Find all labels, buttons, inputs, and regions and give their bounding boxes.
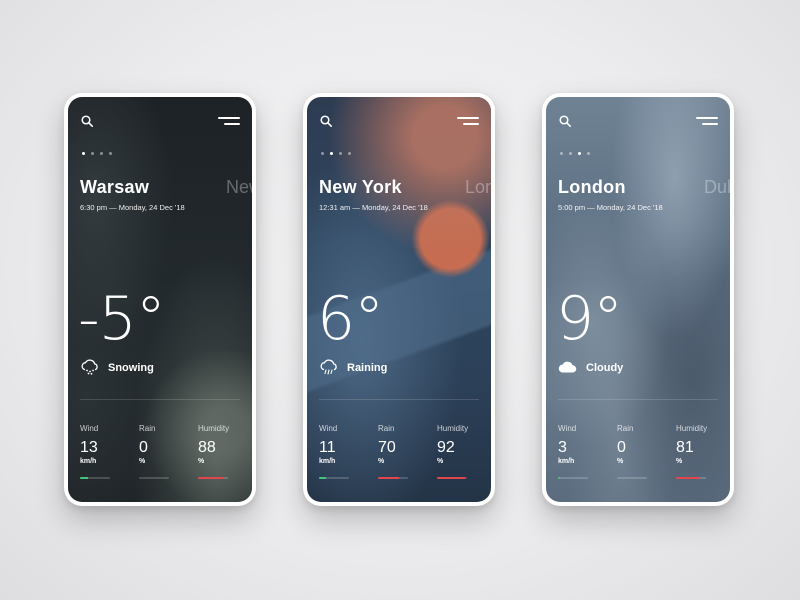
stat-unit: km/h: [80, 458, 97, 465]
stat-value: 11: [319, 439, 336, 456]
weather-card-new-york: New York Lon 12:31 am — Monday, 24 Dec '…: [303, 93, 495, 506]
stat-label: Humidity: [198, 424, 230, 433]
stat-humidity: Humidity 92 %: [437, 424, 487, 465]
stat-value: 70: [378, 439, 396, 456]
condition-label: Cloudy: [586, 362, 624, 374]
rain-level-bar: [139, 477, 169, 479]
stat-unit: %: [139, 458, 146, 465]
stat-label: Wind: [80, 424, 99, 433]
divider: [80, 399, 240, 400]
rain-cloud-icon: [320, 359, 337, 375]
phone-screen[interactable]: London Dul 5:00 pm — Monday, 24 Dec '18 …: [546, 97, 730, 502]
local-datetime: 12:31 am — Monday, 24 Dec '18: [319, 203, 428, 212]
stat-unit: %: [378, 458, 385, 465]
city-name: Warsaw: [80, 177, 150, 197]
stat-value: 81: [676, 439, 694, 456]
city-name: London: [558, 177, 626, 197]
stat-humidity: Humidity 88 %: [198, 424, 248, 465]
search-icon[interactable]: [559, 115, 571, 127]
stat-value: 0: [617, 439, 626, 456]
search-icon[interactable]: [320, 115, 332, 127]
wind-level-bar: [558, 477, 588, 479]
stat-unit: %: [437, 458, 444, 465]
next-city-peek[interactable]: Dul: [704, 177, 730, 198]
stat-value: 13: [80, 439, 98, 456]
stat-humidity: Humidity 81 %: [676, 424, 726, 465]
stat-rain: Rain 0 %: [139, 424, 189, 465]
menu-icon[interactable]: [696, 117, 718, 127]
humidity-level-bar: [676, 477, 706, 479]
stat-label: Humidity: [437, 424, 469, 433]
humidity-level-bar: [437, 477, 467, 479]
humidity-level-bar: [198, 477, 228, 479]
stat-value: 92: [437, 439, 455, 456]
wind-level-bar: [319, 477, 349, 479]
condition-label: Raining: [347, 362, 388, 374]
stat-label: Wind: [558, 424, 577, 433]
stat-wind: Wind 13 km/h: [80, 424, 130, 465]
stat-value: 0: [139, 439, 148, 456]
stat-unit: km/h: [319, 458, 336, 465]
stat-label: Rain: [139, 424, 156, 433]
local-datetime: 5:00 pm — Monday, 24 Dec '18: [558, 203, 663, 212]
temperature: 9°: [556, 284, 623, 354]
cloud-icon: [558, 361, 577, 373]
menu-icon[interactable]: [457, 117, 479, 127]
menu-icon[interactable]: [218, 117, 240, 127]
next-city-peek[interactable]: New: [226, 177, 252, 198]
stat-unit: km/h: [558, 458, 575, 465]
stat-wind: Wind 3 km/h: [558, 424, 608, 465]
weather-card-london: London Dul 5:00 pm — Monday, 24 Dec '18 …: [542, 93, 734, 506]
temperature: 6°: [317, 284, 384, 354]
condition-label: Snowing: [108, 362, 154, 374]
stat-value: 88: [198, 439, 216, 456]
stat-value: 3: [558, 439, 567, 456]
phone-screen[interactable]: New York Lon 12:31 am — Monday, 24 Dec '…: [307, 97, 491, 502]
stat-label: Rain: [617, 424, 634, 433]
weather-card-warsaw: Warsaw New 6:30 pm — Monday, 24 Dec '18 …: [64, 93, 256, 506]
snow-cloud-icon: [81, 359, 98, 375]
divider: [558, 399, 718, 400]
temperature: -5°: [78, 284, 166, 354]
stat-unit: %: [198, 458, 205, 465]
stat-label: Wind: [319, 424, 338, 433]
next-city-peek[interactable]: Lon: [465, 177, 491, 198]
stat-rain: Rain 0 %: [617, 424, 667, 465]
stat-label: Humidity: [676, 424, 708, 433]
city-name: New York: [319, 177, 402, 197]
stat-rain: Rain 70 %: [378, 424, 428, 465]
stat-label: Rain: [378, 424, 395, 433]
rain-level-bar: [617, 477, 647, 479]
phone-screen[interactable]: Warsaw New 6:30 pm — Monday, 24 Dec '18 …: [68, 97, 252, 502]
stat-wind: Wind 11 km/h: [319, 424, 369, 465]
search-icon[interactable]: [81, 115, 93, 127]
rain-level-bar: [378, 477, 408, 479]
divider: [319, 399, 479, 400]
stat-unit: %: [617, 458, 624, 465]
wind-level-bar: [80, 477, 110, 479]
stat-unit: %: [676, 458, 683, 465]
local-datetime: 6:30 pm — Monday, 24 Dec '18: [80, 203, 185, 212]
